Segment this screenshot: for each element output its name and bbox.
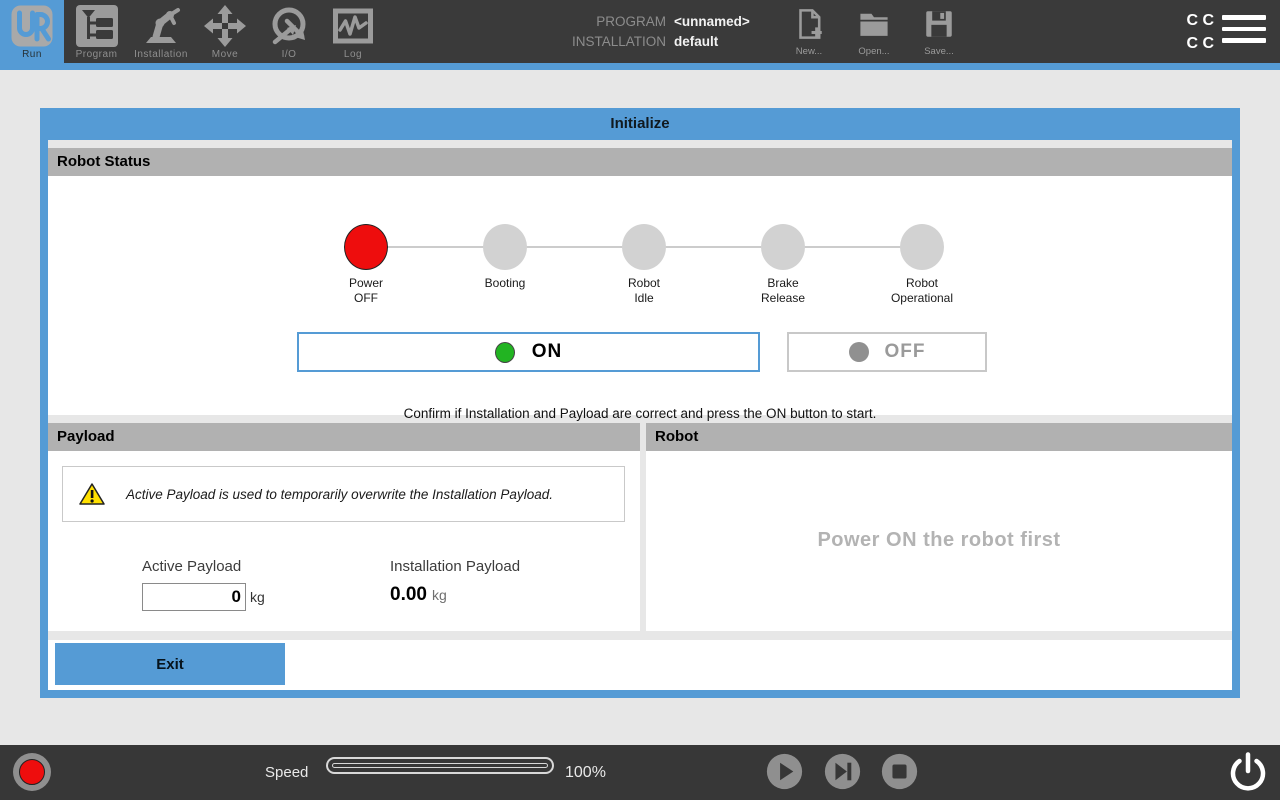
new-file-icon: [792, 6, 826, 42]
tab-program-label: Program: [64, 49, 129, 60]
robot-status-header: Robot Status: [48, 148, 1232, 176]
power-button[interactable]: [1227, 751, 1269, 793]
status-dot: [483, 224, 527, 270]
io-icon: [267, 4, 311, 48]
on-button-label: ON: [532, 341, 563, 363]
dialog-body: Robot Status Power OFF Booting Robot Idl…: [48, 140, 1232, 690]
status-step-power-off: Power OFF: [306, 224, 426, 306]
installation-payload-label: Installation Payload: [390, 558, 520, 575]
tab-move[interactable]: Move: [193, 0, 257, 63]
speed-slider-fill: [332, 763, 548, 768]
status-dot-red: [344, 224, 388, 270]
confirm-hint-text: Confirm if Installation and Payload are …: [48, 406, 1232, 421]
status-step-robot-idle: Robot Idle: [584, 224, 704, 306]
move-arrows-icon: [203, 4, 247, 48]
tab-installation-label: Installation: [129, 49, 193, 60]
tab-program[interactable]: Program: [64, 0, 129, 63]
robot-status-panel: Robot Status Power OFF Booting Robot Idl…: [48, 148, 1232, 415]
payload-warning-box: Active Payload is used to temporarily ov…: [62, 466, 625, 522]
program-info: PROGRAM <unnamed> INSTALLATION default: [548, 11, 750, 51]
installation-payload-unit: kg: [432, 587, 447, 603]
robot-panel: Robot Power ON the robot first: [646, 423, 1232, 631]
tab-io[interactable]: I/O: [257, 0, 321, 63]
payload-panel: Payload Active Payload is used to tempor…: [48, 423, 640, 631]
installation-payload-value: 0.00kg: [390, 584, 447, 606]
off-button[interactable]: OFF: [787, 332, 987, 372]
status-step-booting: Booting: [445, 224, 565, 291]
status-step-label: Power OFF: [306, 276, 426, 306]
initialize-dialog: Initialize Robot Status Power OFF Bootin…: [40, 108, 1240, 698]
speed-label: Speed: [265, 745, 308, 800]
robot-header: Robot: [646, 423, 1232, 451]
robot-placeholder-text: Power ON the robot first: [646, 450, 1232, 631]
open-button-label: Open...: [848, 46, 900, 57]
dialog-footer: Exit: [48, 640, 1232, 690]
status-step-label: Booting: [445, 276, 565, 291]
open-button[interactable]: Open...: [848, 6, 900, 62]
status-step-brake-release: Brake Release: [723, 224, 843, 306]
installation-label: INSTALLATION: [548, 34, 666, 49]
program-label: PROGRAM: [548, 14, 666, 29]
tab-installation[interactable]: Installation: [129, 0, 193, 63]
stop-button[interactable]: [881, 753, 918, 790]
status-dot: [900, 224, 944, 270]
program-name: <unnamed>: [674, 14, 750, 29]
speed-value: 100%: [565, 745, 606, 800]
save-floppy-icon: [922, 6, 956, 42]
save-button-label: Save...: [913, 46, 965, 57]
red-status-icon: [19, 759, 45, 785]
robot-arm-icon: [139, 4, 183, 48]
tab-log[interactable]: Log: [321, 0, 385, 63]
accent-divider: [0, 63, 1280, 70]
status-dot: [622, 224, 666, 270]
open-folder-icon: [857, 6, 891, 42]
safety-checksum-row: C C: [1186, 32, 1214, 55]
payload-warning-text: Active Payload is used to temporarily ov…: [126, 487, 553, 502]
speed-slider[interactable]: [326, 757, 554, 774]
robot-state-indicator[interactable]: [13, 753, 51, 791]
tab-move-label: Move: [193, 49, 257, 60]
off-button-label: OFF: [885, 341, 926, 363]
log-icon: [331, 4, 375, 48]
status-step-label: Robot Idle: [584, 276, 704, 306]
active-payload-unit: kg: [250, 589, 265, 605]
hamburger-icon: [1222, 15, 1266, 20]
gray-led-icon: [849, 342, 869, 362]
status-dot: [761, 224, 805, 270]
tab-run-label: Run: [0, 49, 64, 60]
bottom-status-bar: Speed: [0, 745, 1280, 800]
warning-icon: [79, 482, 105, 506]
new-button-label: New...: [783, 46, 835, 57]
new-button[interactable]: New...: [783, 6, 835, 62]
top-navigation-bar: Run Program Installation: [0, 0, 1280, 63]
installation-name: default: [674, 34, 718, 49]
exit-button[interactable]: Exit: [55, 643, 285, 685]
safety-checksum-row: C C: [1186, 9, 1214, 32]
dialog-title: Initialize: [40, 108, 1240, 140]
tab-io-label: I/O: [257, 49, 321, 60]
tab-run[interactable]: Run: [0, 0, 64, 63]
hamburger-menu-button[interactable]: [1222, 15, 1266, 49]
green-led-icon: [495, 342, 515, 363]
on-button[interactable]: ON: [297, 332, 760, 372]
tab-log-label: Log: [321, 49, 385, 60]
active-payload-label: Active Payload: [142, 558, 241, 575]
ur-logo-icon: [10, 4, 54, 48]
status-step-label: Brake Release: [723, 276, 843, 306]
payload-header: Payload: [48, 423, 640, 451]
program-tree-icon: [75, 4, 119, 48]
active-payload-input[interactable]: [142, 583, 246, 611]
status-step-label: Robot Operational: [862, 276, 982, 306]
play-button[interactable]: [766, 753, 803, 790]
step-button[interactable]: [824, 753, 861, 790]
save-button[interactable]: Save...: [913, 6, 965, 62]
status-step-robot-operational: Robot Operational: [862, 224, 982, 306]
safety-checksum: C C C C: [1186, 9, 1214, 55]
